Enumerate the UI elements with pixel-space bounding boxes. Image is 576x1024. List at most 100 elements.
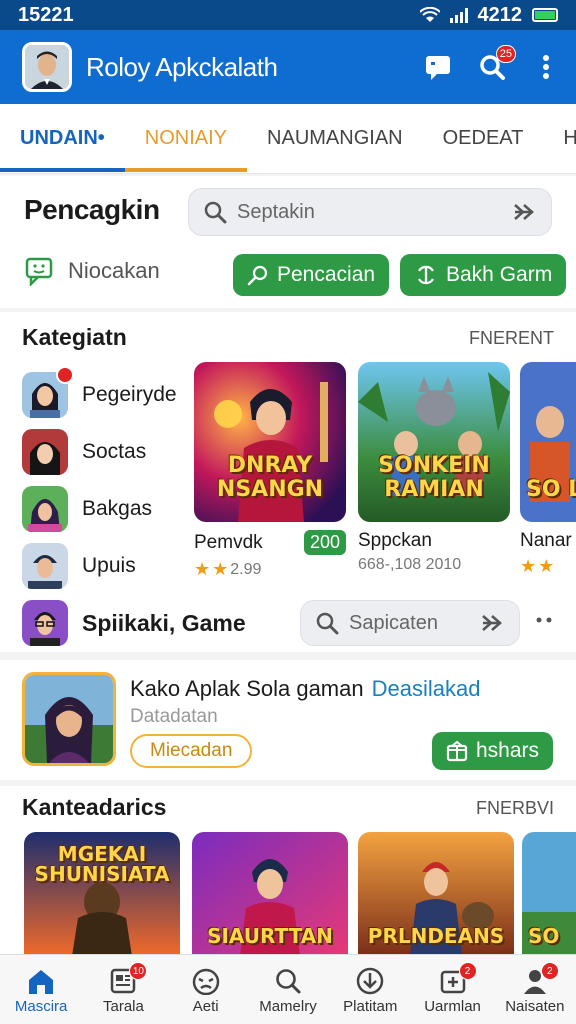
miecadan-button[interactable]: Miecadan <box>130 734 253 768</box>
nav-item-aeti[interactable]: Aeti <box>165 955 247 1024</box>
tab-oedeat[interactable]: OEDEAT <box>423 104 544 174</box>
featured-title-text: Kako Aplak Sola gaman <box>130 676 364 701</box>
signal-icon <box>449 7 468 23</box>
star-icon: ★ <box>520 556 537 576</box>
share-button[interactable]: hshars <box>432 732 554 770</box>
game-art: SONKEIN RAMIAN <box>358 362 510 522</box>
nav-label: Mamelry <box>259 998 317 1015</box>
avatar[interactable] <box>22 42 72 92</box>
nav-badge: 2 <box>458 962 477 980</box>
category-item[interactable]: Soctas <box>22 423 192 480</box>
star-icon: ★ <box>194 559 211 579</box>
featured-section: Kako Aplak Sola gaman Deasilakad Datadata… <box>0 660 576 780</box>
category-item[interactable]: Pegeiryde <box>22 365 192 423</box>
app-title: Roloy Apkckalath <box>86 51 278 82</box>
app-screen: 15221 4212 Roloy Apkckalath 25 UNDAIN• N… <box>0 0 576 1024</box>
status-bar: 15221 4212 <box>0 0 576 30</box>
search-section: Pencagkin Septakin Niocakan Pencacian Ba… <box>0 176 576 308</box>
categories-section: Kategiatn FNERENT Pegeiryde Soctas Bakga… <box>0 312 576 652</box>
category-thumb <box>22 365 74 418</box>
status-time: 15221 <box>18 3 74 26</box>
battery-icon <box>532 8 558 22</box>
featured-title: Kako Aplak Sola gaman Deasilakad <box>130 676 480 702</box>
download-icon <box>357 967 384 995</box>
game-art-title: SO LA <box>526 477 576 502</box>
game-art-title: SIAURTTAN <box>207 924 333 948</box>
featured-subtitle: Datadatan <box>130 706 218 727</box>
search-icon <box>204 201 227 224</box>
pencacian-label: Pencacian <box>277 263 376 286</box>
bottom-category-title: Kanteadarics <box>22 794 167 820</box>
game-card[interactable]: PRLNDEANS <box>358 832 514 956</box>
game-search-placeholder: Sapicaten <box>349 611 438 634</box>
game-card[interactable]: MGEKAI SHUNISIATA <box>24 832 180 956</box>
game-card[interactable]: DNRAY NSANGN Pemvdk 200 ★ ★ 2.99 <box>194 362 346 580</box>
status-info: 4212 <box>477 3 523 26</box>
game-meta: 2.99 <box>230 560 262 578</box>
game-card[interactable]: SONKEIN RAMIAN Sppckan 668-,108 2010 <box>358 362 510 574</box>
search-input[interactable]: Septakin <box>188 188 552 236</box>
share-label: hshars <box>476 739 540 762</box>
game-search-row: Spiikaki, Game Sapicaten <box>22 598 556 648</box>
box-icon <box>446 740 468 762</box>
search-heading: Pencagkin <box>24 194 160 225</box>
nav-label: Naisaten <box>505 998 565 1015</box>
game-art-title: MGEKAI SHUNISIATA <box>34 842 170 886</box>
pencacian-button[interactable]: Pencacian <box>233 254 390 296</box>
tab-naumangian[interactable]: NAUMANGIAN <box>247 104 423 174</box>
game-price-badge: 200 <box>303 530 346 555</box>
search-button[interactable]: 25 <box>476 45 516 83</box>
wifi-icon <box>419 7 440 22</box>
game-art: DNRAY NSANGN <box>194 362 346 522</box>
nav-item-tarala[interactable]: 10 Tarala <box>82 955 164 1024</box>
chat-label: Niocakan <box>68 258 160 283</box>
bakh-garm-label: Bakh Garm <box>446 263 553 286</box>
game-search-input[interactable]: Sapicaten <box>300 600 520 646</box>
more-dots-icon[interactable] <box>536 616 552 624</box>
nav-item-naisaten[interactable]: 2 Naisaten <box>494 955 576 1024</box>
nav-badge: 10 <box>129 962 148 980</box>
featured-thumb[interactable] <box>22 672 116 766</box>
more-menu-icon[interactable] <box>530 51 562 83</box>
game-card[interactable]: SIAURTTAN <box>192 832 348 956</box>
game-card[interactable]: SO LA Nanar ★★ <box>520 362 576 577</box>
categories-title: Kategiatn <box>22 324 127 350</box>
bottom-nav: Mascira 10 Tarala Aeti Mamelry Platitam … <box>0 954 576 1024</box>
nav-item-platitam[interactable]: Platitam <box>329 955 411 1024</box>
nav-item-mamelry[interactable]: Mamelry <box>247 955 329 1024</box>
chat-row[interactable]: Niocakan <box>24 256 160 286</box>
nav-item-mascira[interactable]: Mascira <box>0 955 82 1024</box>
search-leaf-icon <box>247 265 268 286</box>
category-list: Pegeiryde Soctas Bakgas Upuis <box>22 365 192 594</box>
app-bar: Roloy Apkckalath 25 <box>0 30 576 104</box>
forward-icon[interactable] <box>481 613 505 633</box>
game-name: Nanar <box>520 530 572 551</box>
game-row-label: Spiikaki, Game <box>82 609 246 636</box>
nav-label: Mascira <box>14 998 68 1015</box>
search-badge: 25 <box>495 45 516 63</box>
nav-item-uarmlan[interactable]: 2 Uarmlan <box>411 955 493 1024</box>
tab-hom[interactable]: HOM <box>543 104 576 174</box>
categories-more-link[interactable]: FNERENT <box>469 328 554 349</box>
search-icon <box>316 612 339 635</box>
bakh-garm-button[interactable]: Bakh Garm <box>400 254 567 296</box>
star-icon: ★ <box>538 556 555 576</box>
game-name: Sppckan <box>358 530 432 551</box>
featured-title-accent[interactable]: Deasilakad <box>372 676 481 701</box>
nav-label: Uarmlan <box>424 998 481 1015</box>
category-item[interactable]: Bakgas <box>22 480 192 537</box>
tab-undain[interactable]: UNDAIN• <box>0 104 125 174</box>
game-row-avatar <box>22 600 68 646</box>
bottom-category-more-link[interactable]: FNERBVI <box>476 798 554 819</box>
search-placeholder: Septakin <box>237 200 315 223</box>
chat-icon[interactable] <box>422 51 454 83</box>
game-meta: 668-,108 2010 <box>358 556 462 573</box>
forward-icon[interactable] <box>513 202 537 222</box>
nav-badge: 2 <box>540 962 559 980</box>
category-item[interactable]: Upuis <box>22 537 192 594</box>
message-icon <box>25 257 53 286</box>
search-icon <box>276 969 301 994</box>
star-icon: ★ <box>212 559 229 579</box>
tab-noniaiy[interactable]: NONIAIY <box>124 104 248 174</box>
game-card[interactable]: SO <box>522 832 576 956</box>
